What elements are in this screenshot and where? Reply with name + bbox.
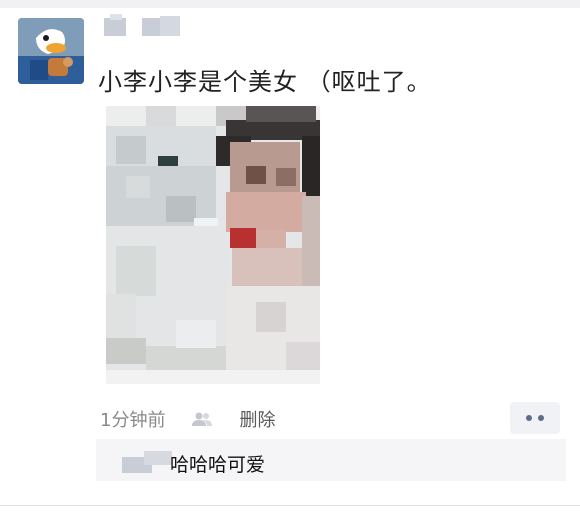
more-dots-icon	[526, 415, 532, 421]
post-time: 1分钟前	[100, 410, 166, 431]
comment-text: 哈哈哈可爱	[170, 454, 266, 476]
top-divider	[0, 0, 580, 8]
moment-screen: { "post": { "text": "小李小李是个美女 （呕吐了。", "t…	[0, 0, 580, 514]
more-options-button[interactable]	[510, 402, 560, 434]
post-photo-pixelated[interactable]	[106, 106, 320, 384]
delete-button[interactable]: 删除	[239, 406, 275, 432]
post-text: 小李小李是个美女 （呕吐了。	[98, 68, 432, 96]
pixelated-image	[106, 106, 320, 384]
avatar-image	[18, 18, 84, 84]
bottom-divider	[0, 505, 580, 506]
avatar[interactable]	[18, 18, 84, 84]
post-meta: 1分钟前 删除	[100, 404, 275, 434]
people-icon	[192, 412, 213, 426]
more-dots-icon	[538, 415, 544, 421]
username-redacted[interactable]	[104, 14, 184, 36]
comment-section: 哈哈哈可爱	[96, 439, 566, 481]
commenter-redacted[interactable]	[122, 449, 174, 473]
